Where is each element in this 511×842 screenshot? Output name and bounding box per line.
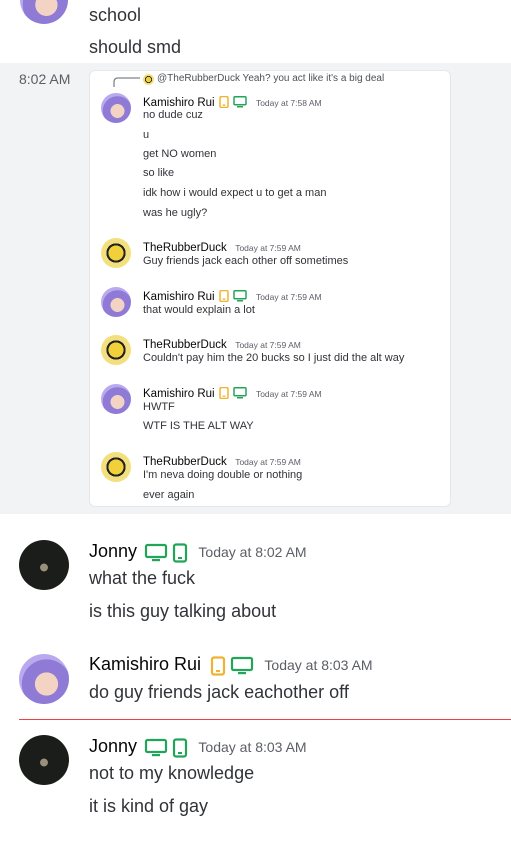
avatar-duck bbox=[101, 452, 131, 482]
mobile-phone-icon bbox=[219, 289, 229, 302]
message-time: Today at 7:59 AM bbox=[235, 340, 301, 350]
author-row: TheRubberDuck Today at 7:59 AM bbox=[143, 452, 301, 470]
avatar-duck bbox=[101, 238, 131, 268]
avatar-rui bbox=[101, 93, 131, 123]
message-timestamp: 8:02 AM bbox=[19, 71, 71, 87]
author-row: Jonny Today at 8:02 AM bbox=[89, 541, 307, 563]
mobile-phone-icon bbox=[172, 543, 188, 563]
author-name: TheRubberDuck bbox=[143, 339, 227, 351]
message-line: I'm neva doing double or nothing bbox=[143, 469, 303, 481]
avatar-jonny[interactable] bbox=[19, 540, 69, 590]
message-time: Today at 7:59 AM bbox=[255, 292, 322, 302]
author-row: Kamishiro Rui Today at 7:59 AM bbox=[143, 287, 322, 305]
new-messages-divider bbox=[19, 719, 511, 720]
avatar-rui-top[interactable] bbox=[20, 0, 68, 24]
desktop-icon bbox=[230, 656, 254, 674]
message-line: what the fuck bbox=[89, 568, 196, 588]
desktop-icon bbox=[144, 543, 167, 561]
author-name: TheRubberDuck bbox=[143, 242, 227, 254]
message-time: Today at 8:03 AM bbox=[264, 657, 373, 673]
author-name: Kamishiro Rui bbox=[143, 291, 215, 303]
message-line: get NO women bbox=[143, 148, 217, 160]
message-time: Today at 8:02 AM bbox=[198, 544, 307, 560]
reply-arrow-icon bbox=[113, 77, 140, 87]
message-line: ever again bbox=[143, 489, 195, 501]
message-line: should smd bbox=[89, 37, 182, 57]
author-row: TheRubberDuck Today at 7:59 AM bbox=[143, 238, 301, 256]
avatar-rui bbox=[101, 384, 131, 414]
screenshot-attachment[interactable]: @TheRubberDuck Yeah? you act like it's a… bbox=[89, 70, 451, 507]
reply-preview: @TheRubberDuck Yeah? you act like it's a… bbox=[157, 73, 385, 84]
message-line: not to my knowledge bbox=[89, 763, 255, 783]
author-row: Jonny Today at 8:03 AM bbox=[89, 736, 307, 758]
author-row: Kamishiro Rui Today at 7:59 AM bbox=[143, 384, 322, 402]
message-line: school bbox=[89, 5, 142, 25]
message-line: is this guy talking about bbox=[89, 601, 277, 621]
message-line: Couldn't pay him the 20 bucks so I just … bbox=[143, 352, 405, 364]
author-row: TheRubberDuck Today at 7:59 AM bbox=[143, 335, 301, 353]
message-time: Today at 8:03 AM bbox=[198, 739, 307, 755]
message-line: was he ugly? bbox=[143, 207, 208, 219]
desktop-icon bbox=[233, 386, 248, 399]
reply-avatar bbox=[143, 74, 154, 85]
author-name: TheRubberDuck bbox=[143, 456, 227, 468]
message-line: so like bbox=[143, 167, 175, 179]
avatar-rui bbox=[101, 287, 131, 317]
mobile-phone-icon bbox=[172, 738, 188, 758]
message-line: HWTF bbox=[143, 401, 175, 413]
message-line: WTF IS THE ALT WAY bbox=[143, 420, 254, 432]
message-line: that would explain a lot bbox=[143, 304, 255, 316]
author-name: Kamishiro Rui bbox=[143, 97, 215, 109]
message-line: no dude cuz bbox=[143, 109, 203, 121]
message-line: Guy friends jack each other off sometime… bbox=[143, 255, 349, 267]
author-name[interactable]: Jonny bbox=[89, 541, 137, 561]
avatar-duck bbox=[101, 335, 131, 365]
message-time: Today at 7:59 AM bbox=[255, 389, 322, 399]
message-time: Today at 7:59 AM bbox=[235, 243, 301, 253]
author-name[interactable]: Jonny bbox=[89, 736, 137, 756]
mobile-phone-icon bbox=[219, 95, 229, 108]
desktop-icon bbox=[233, 95, 248, 108]
desktop-icon bbox=[144, 738, 167, 756]
message-time: Today at 7:58 AM bbox=[255, 98, 322, 108]
avatar-jonny[interactable] bbox=[19, 735, 69, 785]
mobile-phone-icon bbox=[210, 656, 225, 676]
message-line: u bbox=[143, 129, 150, 141]
message-time: Today at 7:59 AM bbox=[235, 457, 301, 467]
desktop-icon bbox=[233, 289, 248, 302]
message-line: idk how i would expect u to get a man bbox=[143, 187, 327, 199]
author-name[interactable]: Kamishiro Rui bbox=[89, 654, 201, 674]
message-line: do guy friends jack eachother off bbox=[89, 682, 349, 702]
author-row: Kamishiro Rui Today at 8:03 AM bbox=[89, 654, 373, 676]
message-line: it is kind of gay bbox=[89, 796, 209, 816]
author-name: Kamishiro Rui bbox=[143, 388, 215, 400]
mobile-phone-icon bbox=[219, 386, 229, 399]
avatar-rui[interactable] bbox=[19, 654, 69, 704]
